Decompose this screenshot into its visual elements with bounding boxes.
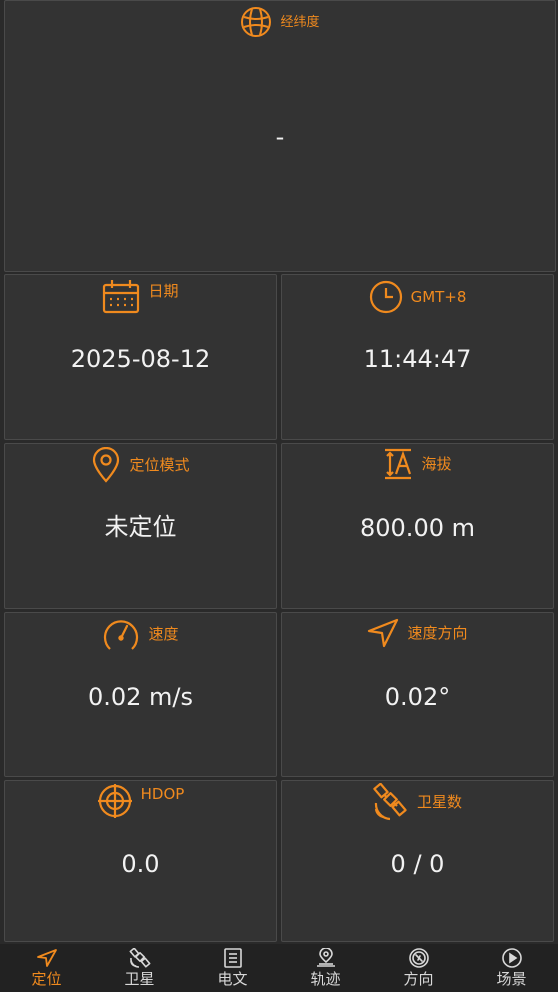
mode-card: 定位模式 未定位 [4, 443, 277, 609]
map-pin-icon [315, 948, 337, 968]
altitude-value: 800.00 m [360, 514, 475, 542]
clock-icon [369, 280, 403, 314]
globe-icon [240, 6, 272, 38]
nav-item-satellite[interactable]: 卫星 [93, 944, 186, 992]
satellites-card: 卫星数 0 / 0 [281, 780, 554, 942]
nav-label: 轨迹 [310, 970, 341, 988]
coordinates-title: 经纬度 [280, 14, 320, 30]
heading-card: 速度方向 0.02° [281, 612, 554, 777]
speed-title: 速度 [148, 624, 179, 643]
mode-value: 未定位 [104, 513, 177, 541]
time-header: GMT+8 [282, 280, 553, 314]
date-header: 日期 [5, 279, 276, 315]
heading-title: 速度方向 [407, 623, 468, 642]
date-title: 日期 [148, 281, 179, 300]
hdop-value: 0.0 [121, 850, 160, 878]
altitude-header: 海拔 [282, 448, 553, 480]
date-card: 日期 2025-08-12 [4, 274, 277, 440]
hdop-title: HDOP [140, 784, 185, 803]
hdop-header: HDOP [5, 783, 276, 819]
crosshair-icon [97, 783, 133, 819]
heading-value: 0.02° [384, 683, 451, 711]
satellite-icon [373, 783, 409, 821]
satellites-value: 0 / 0 [390, 850, 445, 878]
nav-item-messages[interactable]: 电文 [186, 944, 279, 992]
nav-item-track[interactable]: 轨迹 [279, 944, 372, 992]
nav-label: 方向 [403, 970, 434, 988]
calendar-icon [102, 279, 140, 315]
nav-item-scene[interactable]: 场景 [465, 944, 558, 992]
location-pin-icon [91, 447, 121, 483]
speed-value: 0.02 m/s [87, 683, 194, 711]
coordinates-card: 经纬度 - [4, 0, 556, 272]
document-icon [222, 948, 244, 968]
mode-title: 定位模式 [129, 455, 190, 474]
date-value: 2025-08-12 [70, 345, 211, 373]
altitude-icon [383, 448, 413, 480]
speed-header: 速度 [5, 616, 276, 652]
nav-label: 电文 [217, 970, 248, 988]
time-card: GMT+8 11:44:47 [281, 274, 554, 440]
time-value: 11:44:47 [363, 345, 472, 373]
time-title: GMT+8 [410, 287, 467, 306]
nav-label: 卫星 [124, 970, 155, 988]
bottom-navigation: 定位 卫星 电文 轨迹 方向 场景 [0, 944, 558, 992]
hdop-card: HDOP 0.0 [4, 780, 277, 942]
altitude-card: 海拔 800.00 m [281, 443, 554, 609]
speed-card: 速度 0.02 m/s [4, 612, 277, 777]
nav-label: 场景 [496, 970, 527, 988]
heading-header: 速度方向 [282, 618, 553, 648]
coordinates-value: - [275, 123, 285, 151]
nav-item-direction[interactable]: 方向 [372, 944, 465, 992]
altitude-title: 海拔 [421, 454, 452, 473]
nav-label: 定位 [31, 970, 62, 988]
satellites-header: 卫星数 [282, 783, 553, 821]
navigation-arrow-icon [36, 948, 58, 968]
navigation-arrow-icon [367, 618, 399, 648]
play-icon [501, 948, 523, 968]
nav-item-location[interactable]: 定位 [0, 944, 93, 992]
satellite-icon [129, 948, 151, 968]
compass-icon [408, 948, 430, 968]
satellites-title: 卫星数 [416, 792, 462, 811]
mode-header: 定位模式 [5, 447, 276, 483]
speedometer-icon [102, 616, 140, 652]
coordinates-header: 经纬度 [5, 6, 555, 38]
